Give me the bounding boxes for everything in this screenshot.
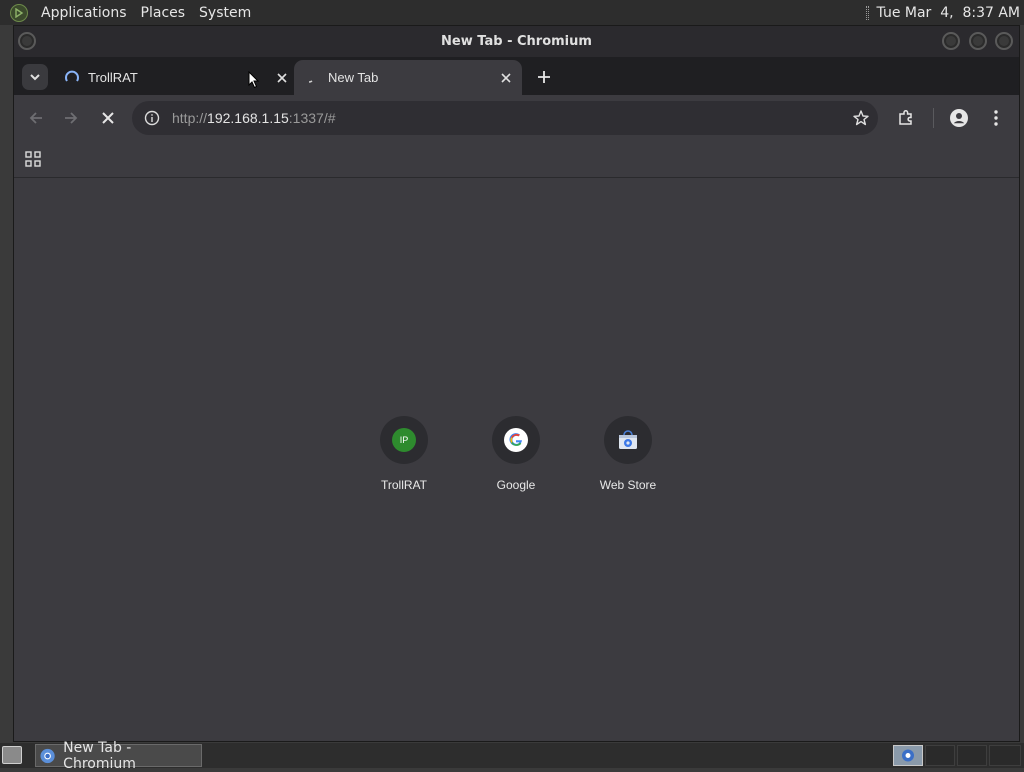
window-title: New Tab - Chromium — [441, 34, 592, 49]
new-tab-button[interactable] — [534, 67, 554, 87]
browser-menu-button[interactable] — [984, 106, 1008, 130]
tab-strip: TrollRAT New Tab — [14, 57, 1019, 95]
panel-grip — [865, 5, 869, 20]
shortcut-label: Google — [496, 478, 536, 492]
address-bar[interactable]: http://192.168.1.15:1337/# — [132, 101, 878, 135]
distro-logo-icon[interactable] — [10, 3, 28, 22]
extensions-button[interactable] — [894, 106, 918, 130]
close-icon — [102, 112, 114, 124]
shortcut-tile-web-store[interactable]: Web Store — [572, 416, 684, 506]
puzzle-piece-icon — [899, 109, 912, 125]
apps-grid-icon[interactable] — [25, 151, 41, 167]
shortcut-label: TrollRAT — [381, 478, 427, 492]
toolbar-separator — [933, 108, 934, 128]
tab-search-button[interactable] — [22, 64, 48, 90]
shortcut-icon-circle: IP — [380, 416, 428, 464]
shortcut-icon-circle — [492, 416, 540, 464]
kebab-menu-icon — [994, 110, 998, 126]
system-menu[interactable]: System — [192, 5, 258, 21]
workspace-3[interactable] — [957, 745, 987, 766]
chromium-icon — [902, 749, 914, 762]
bookmarks-bar — [14, 141, 1019, 178]
shortcut-tile-trollrat[interactable]: IP TrollRAT — [348, 416, 460, 506]
tab-label: TrollRAT — [88, 70, 138, 85]
back-button[interactable] — [24, 106, 48, 130]
shortcut-label: Web Store — [599, 478, 657, 492]
info-icon[interactable] — [144, 110, 160, 126]
bookmark-star-icon[interactable] — [852, 109, 870, 127]
stop-loading-button[interactable] — [96, 106, 120, 130]
applications-menu[interactable]: Applications — [34, 5, 134, 21]
clock[interactable]: Tue Mar 4, 8:37 AM — [877, 5, 1020, 21]
close-tab-icon[interactable] — [498, 70, 514, 86]
places-menu[interactable]: Places — [134, 5, 193, 21]
profile-button[interactable] — [947, 106, 971, 130]
mouse-cursor-icon — [248, 71, 260, 89]
google-g-icon — [504, 428, 528, 452]
ip-favicon-icon: IP — [392, 428, 416, 452]
tab-label: New Tab — [328, 70, 379, 85]
task-label: New Tab - Chromium — [63, 739, 136, 772]
arrow-left-icon — [29, 112, 42, 124]
workspace-4[interactable] — [989, 745, 1021, 766]
forward-button[interactable] — [59, 106, 83, 130]
shortcut-tile-google[interactable]: Google — [460, 416, 572, 506]
workspace-2[interactable] — [925, 745, 955, 766]
plus-icon — [538, 71, 550, 83]
chevron-down-icon — [30, 74, 40, 81]
arrow-right-icon — [65, 112, 78, 124]
loading-spinner-icon — [304, 70, 320, 86]
top-panel: Applications Places System Tue Mar 4, 8:… — [0, 0, 1024, 25]
browser-toolbar: http://192.168.1.15:1337/# — [14, 95, 1019, 141]
loading-spinner-icon — [64, 70, 80, 86]
close-window-button[interactable] — [995, 32, 1013, 50]
close-tab-icon[interactable] — [274, 70, 290, 86]
window-titlebar[interactable]: New Tab - Chromium — [14, 26, 1019, 57]
bottom-panel: New Tab - Chromium — [0, 740, 1024, 772]
show-desktop-icon[interactable] — [2, 746, 22, 764]
chromium-icon — [40, 748, 55, 763]
web-store-icon — [619, 430, 637, 449]
tab-new-tab[interactable]: New Tab — [294, 60, 522, 95]
maximize-button[interactable] — [969, 32, 987, 50]
workspace-1[interactable] — [893, 745, 923, 766]
minimize-button[interactable] — [942, 32, 960, 50]
browser-window: New Tab - Chromium TrollRAT New Tab http… — [13, 25, 1020, 742]
new-tab-page: IP TrollRAT Google Web Store — [14, 178, 1019, 741]
window-menu-button[interactable] — [18, 32, 36, 50]
shortcut-icon-circle — [604, 416, 652, 464]
taskbar-item-chromium[interactable]: New Tab - Chromium — [35, 740, 202, 772]
url-text: http://192.168.1.15:1337/# — [172, 110, 336, 126]
avatar-icon — [950, 109, 968, 127]
